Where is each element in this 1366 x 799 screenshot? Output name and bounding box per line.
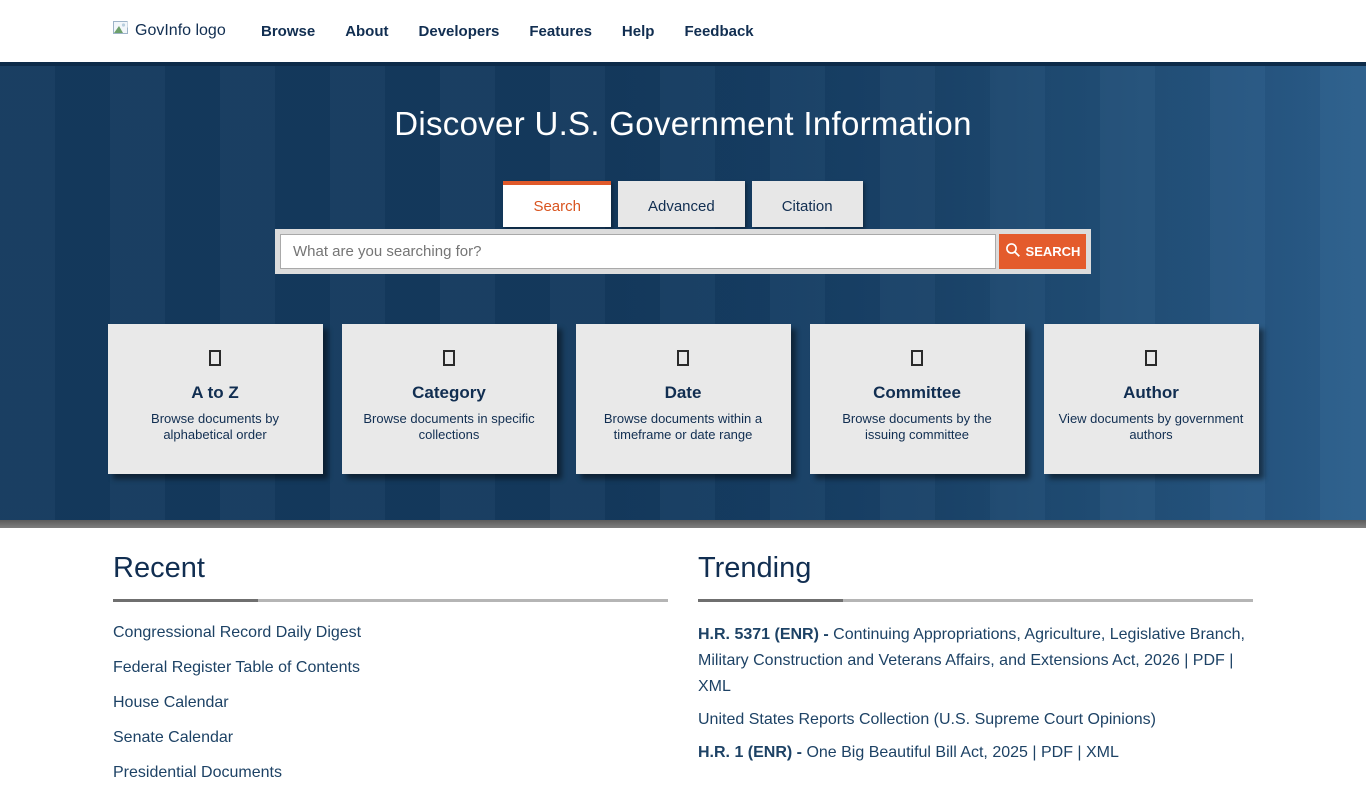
card-date[interactable]: Date Browse documents within a timeframe…	[576, 324, 791, 474]
nav-item-feedback[interactable]: Feedback	[684, 23, 753, 40]
card-title: Committee	[822, 383, 1013, 403]
main-nav: Browse About Developers Features Help Fe…	[261, 23, 754, 40]
missing-glyph-icon	[677, 350, 689, 366]
nav-item-browse[interactable]: Browse	[261, 23, 315, 40]
top-navigation-bar: GovInfo logo Browse About Developers Fea…	[0, 0, 1366, 62]
list-item: House Calendar	[113, 694, 668, 712]
card-category[interactable]: Category Browse documents in specific co…	[342, 324, 557, 474]
search-bar-row: SEARCH	[0, 229, 1366, 274]
card-title: Author	[1056, 383, 1247, 403]
list-item: Presidential Documents	[113, 764, 668, 782]
nav-item-features[interactable]: Features	[529, 23, 592, 40]
recent-heading: Recent	[113, 552, 668, 585]
card-title: A to Z	[120, 383, 311, 403]
trending-heading-rule	[698, 599, 1253, 602]
card-title: Date	[588, 383, 779, 403]
missing-glyph-icon	[911, 350, 923, 366]
search-tabs: Search Advanced Citation	[0, 181, 1366, 227]
list-item: Congressional Record Daily Digest	[113, 624, 668, 642]
search-icon	[1005, 242, 1021, 261]
doc-number: H.R. 5371 (ENR) -	[698, 626, 829, 643]
recent-heading-rule	[113, 599, 668, 602]
recent-link-house-calendar[interactable]: House Calendar	[113, 694, 229, 711]
trending-link-hr1[interactable]: H.R. 1 (ENR) - One Big Beautiful Bill Ac…	[698, 740, 1253, 766]
doc-title: One Big Beautiful Bill Act, 2025 | PDF |…	[802, 744, 1119, 761]
lower-content: Recent Congressional Record Daily Digest…	[0, 528, 1366, 799]
trending-list: H.R. 5371 (ENR) - Continuing Appropriati…	[698, 622, 1253, 766]
browse-cards-row: A to Z Browse documents by alphabetical …	[0, 324, 1366, 474]
search-bar: SEARCH	[275, 229, 1091, 274]
missing-glyph-icon	[209, 350, 221, 366]
trending-link-us-reports[interactable]: United States Reports Collection (U.S. S…	[698, 707, 1253, 733]
trending-link-hr5371[interactable]: H.R. 5371 (ENR) - Continuing Appropriati…	[698, 622, 1253, 700]
doc-title: United States Reports Collection (U.S. S…	[698, 711, 1156, 728]
card-description: Browse documents within a timeframe or d…	[588, 411, 779, 442]
missing-glyph-icon	[443, 350, 455, 366]
nav-item-about[interactable]: About	[345, 23, 388, 40]
card-description: Browse documents in specific collections	[354, 411, 545, 442]
list-item: Senate Calendar	[113, 729, 668, 747]
card-committee[interactable]: Committee Browse documents by the issuin…	[810, 324, 1025, 474]
tab-advanced[interactable]: Advanced	[618, 181, 745, 227]
doc-number: H.R. 1 (ENR) -	[698, 744, 802, 761]
recent-section: Recent Congressional Record Daily Digest…	[113, 544, 668, 799]
search-button-label: SEARCH	[1026, 244, 1081, 259]
nav-item-developers[interactable]: Developers	[419, 23, 500, 40]
card-description: View documents by government authors	[1056, 411, 1247, 442]
govinfo-logo[interactable]: GovInfo logo	[113, 21, 261, 41]
recent-link-presidential-documents[interactable]: Presidential Documents	[113, 764, 282, 781]
recent-link-senate-calendar[interactable]: Senate Calendar	[113, 729, 233, 746]
card-description: Browse documents by alphabetical order	[120, 411, 311, 442]
section-divider	[0, 520, 1366, 528]
recent-list: Congressional Record Daily Digest Federa…	[113, 624, 668, 782]
card-title: Category	[354, 383, 545, 403]
card-author[interactable]: Author View documents by government auth…	[1044, 324, 1259, 474]
search-input[interactable]	[280, 234, 996, 269]
recent-link-congressional-record[interactable]: Congressional Record Daily Digest	[113, 624, 361, 641]
hero-banner: Discover U.S. Government Information Sea…	[0, 62, 1366, 520]
nav-item-help[interactable]: Help	[622, 23, 655, 40]
tab-search[interactable]: Search	[503, 181, 611, 227]
trending-heading: Trending	[698, 552, 1253, 585]
missing-glyph-icon	[1145, 350, 1157, 366]
logo-alt-text: GovInfo logo	[135, 22, 226, 40]
list-item: Federal Register Table of Contents	[113, 659, 668, 677]
recent-link-federal-register[interactable]: Federal Register Table of Contents	[113, 659, 360, 676]
card-a-to-z[interactable]: A to Z Browse documents by alphabetical …	[108, 324, 323, 474]
page-title: Discover U.S. Government Information	[0, 105, 1366, 143]
tab-citation[interactable]: Citation	[752, 181, 863, 227]
trending-section: Trending H.R. 5371 (ENR) - Continuing Ap…	[698, 544, 1253, 799]
card-description: Browse documents by the issuing committe…	[822, 411, 1013, 442]
broken-image-icon	[113, 21, 130, 41]
search-button[interactable]: SEARCH	[999, 234, 1086, 269]
